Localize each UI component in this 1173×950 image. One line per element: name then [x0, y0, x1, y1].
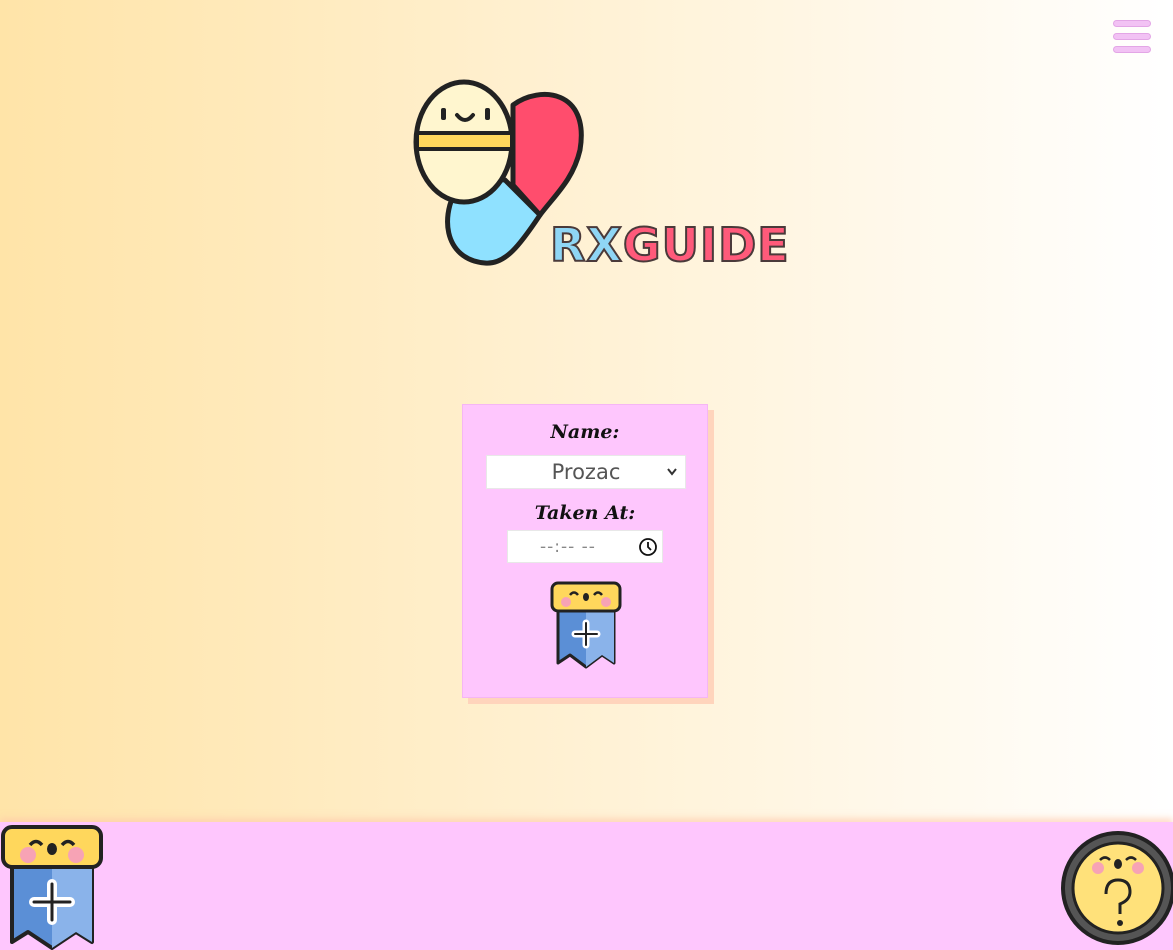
menu-bar	[1113, 33, 1151, 40]
clock-icon[interactable]	[638, 537, 658, 557]
add-medication-button[interactable]	[548, 581, 624, 673]
time-placeholder: --:-- --	[540, 537, 596, 557]
medication-select[interactable]: Prozac	[486, 455, 686, 489]
logo-guide: GUIDE	[622, 218, 790, 272]
chevron-down-icon	[666, 456, 678, 501]
menu-button[interactable]	[1113, 20, 1153, 58]
help-question-mascot-icon[interactable]	[1060, 826, 1173, 950]
time-input[interactable]: --:-- --	[507, 530, 663, 563]
footer-add-button[interactable]	[0, 824, 106, 950]
logo-wordmark: RXGUIDE	[549, 221, 790, 269]
footer-bar	[0, 822, 1173, 950]
taken-at-label: Taken At:	[534, 502, 636, 524]
name-label: Name:	[550, 421, 620, 443]
menu-bar	[1113, 46, 1151, 53]
menu-bar	[1113, 20, 1151, 27]
medication-form: Name: Prozac Taken At: --:-- --	[462, 404, 708, 698]
medication-select-value: Prozac	[551, 460, 621, 484]
logo-rx: RX	[549, 218, 623, 272]
